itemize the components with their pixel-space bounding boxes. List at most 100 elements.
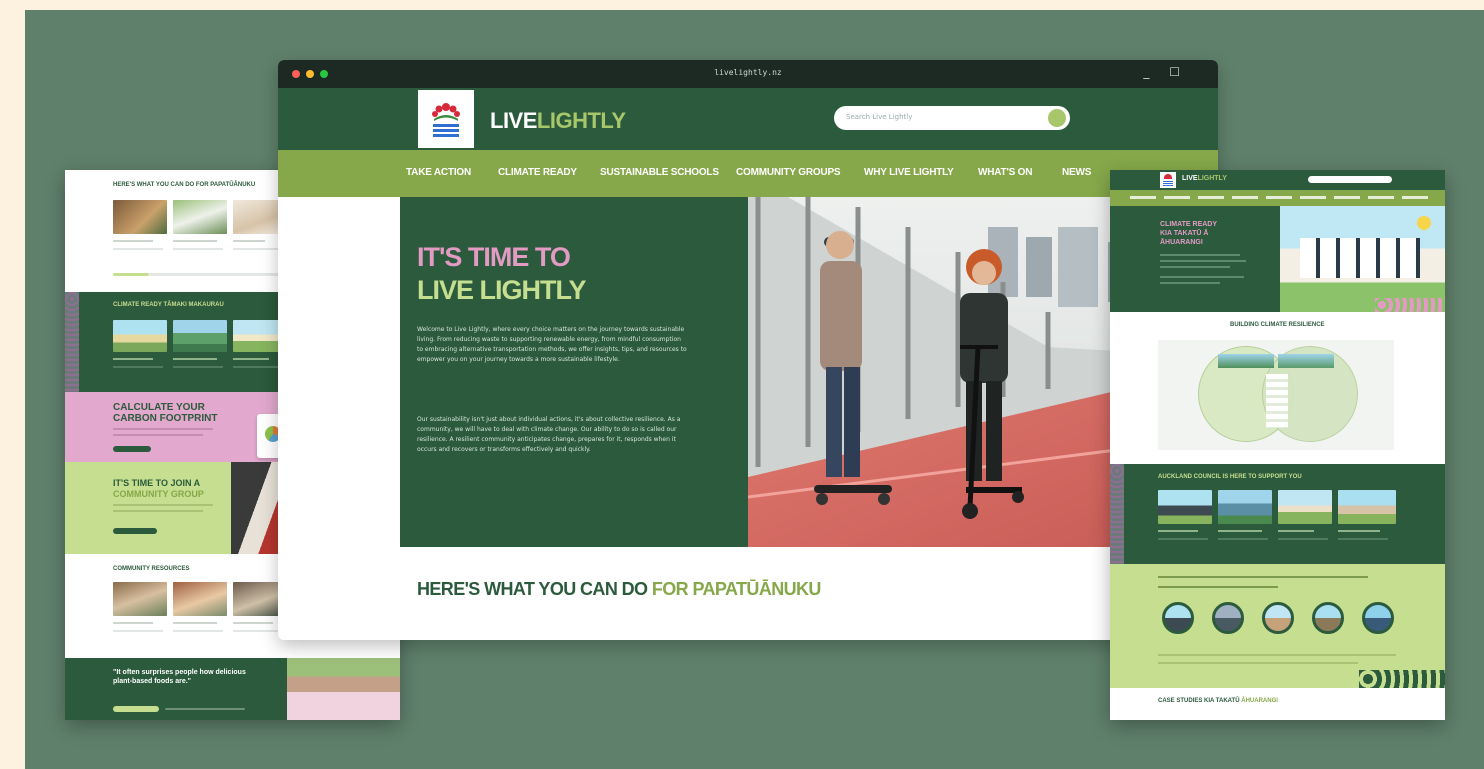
caption-line <box>173 248 223 250</box>
service-circle-3[interactable] <box>1262 602 1294 634</box>
nav-climate-ready[interactable]: CLIMATE READY <box>498 167 577 178</box>
what-you-can-do-accent: FOR PAPATŪĀNUKU <box>651 579 822 599</box>
calculate-button[interactable] <box>113 446 151 452</box>
right-services-section <box>1110 564 1445 688</box>
nav-news[interactable]: NEWS <box>1062 167 1091 178</box>
right-search-input[interactable] <box>1308 176 1392 183</box>
caption-line <box>1218 538 1268 540</box>
right-brand-light: LIGHTLY <box>1197 175 1227 182</box>
service-circle-5[interactable] <box>1362 602 1394 634</box>
carousel-progress <box>113 273 149 276</box>
quote-button[interactable] <box>113 706 159 712</box>
caption-line <box>1278 538 1328 540</box>
community-heading: IT'S TIME TO JOIN A COMMUNITY GROUP <box>113 478 204 500</box>
right-brand-main: LIVE <box>1182 175 1198 182</box>
hero-title-line1: IT'S TIME TO <box>417 242 571 272</box>
quote-text: "It often surprises people how delicious… <box>113 669 246 685</box>
body-line <box>1160 266 1230 268</box>
caption-line <box>1338 530 1380 532</box>
nav-why-live-lightly[interactable]: WHY LIVE LIGHTLY <box>864 167 954 178</box>
window-controls[interactable]: _ ☐ <box>1143 65 1188 79</box>
right-council-title: AUCKLAND COUNCIL IS HERE TO SUPPORT YOU <box>1158 474 1302 480</box>
council-thumb-4[interactable] <box>1338 490 1396 524</box>
caption-line <box>1158 538 1208 540</box>
council-thumb-3[interactable] <box>1278 490 1332 524</box>
nav-community-groups[interactable]: COMMUNITY GROUPS <box>736 167 841 178</box>
search-icon[interactable] <box>1048 109 1066 127</box>
body-line <box>1158 576 1368 578</box>
right-council-section: AUCKLAND COUNCIL IS HERE TO SUPPORT YOU <box>1110 464 1445 564</box>
council-thumb-2[interactable] <box>1218 490 1272 524</box>
caption-line <box>1218 530 1262 532</box>
caption-line <box>113 630 163 632</box>
caption-line <box>1158 530 1198 532</box>
right-brand: LIVELIGHTLY <box>1182 175 1227 182</box>
caption-line <box>233 366 283 368</box>
service-circle-1[interactable] <box>1162 602 1194 634</box>
community-heading-line1: IT'S TIME TO JOIN A <box>113 478 201 488</box>
community-thumb-2[interactable] <box>173 582 227 616</box>
pattern-strip <box>1110 464 1124 564</box>
resilience-diagram <box>1158 340 1394 450</box>
caption-line <box>173 366 223 368</box>
site-brand[interactable]: LIVELIGHTLY <box>490 108 626 134</box>
right-header: LIVELIGHTLY <box>1110 170 1445 190</box>
right-resilience-title: BUILDING CLIMATE RESILIENCE <box>1230 322 1325 328</box>
carbon-heading-line1: CALCULATE YOUR <box>113 402 205 413</box>
body-line <box>113 504 213 506</box>
caption-line <box>113 366 163 368</box>
what-you-can-do-main: HERE'S WHAT YOU CAN DO <box>417 579 648 599</box>
caption-line <box>233 248 283 250</box>
caption-line <box>173 630 223 632</box>
search-input[interactable]: Search Live Lightly <box>834 106 1070 130</box>
address-bar[interactable]: livelightly.nz <box>278 68 1218 77</box>
showcase-stage: HERE'S WHAT YOU CAN DO FOR PAPATŪĀNUKU C… <box>25 10 1484 769</box>
caption-line <box>233 622 273 624</box>
hero-paragraph-2: Our sustainability isn't just about indi… <box>417 416 681 453</box>
service-circle-4[interactable] <box>1312 602 1344 634</box>
caption-line <box>113 622 153 624</box>
body-line <box>1158 654 1396 656</box>
right-nav <box>1110 190 1445 206</box>
hero-section: IT'S TIME TO LIVE LIGHTLY Welcome to Liv… <box>278 197 1218 547</box>
caption-line <box>173 358 217 360</box>
search-placeholder: Search Live Lightly <box>846 113 913 121</box>
hero-title-line2: LIVE LIGHTLY <box>417 275 587 305</box>
body-line <box>1158 662 1358 664</box>
nav-sustainable-schools[interactable]: SUSTAINABLE SCHOOLS <box>600 167 719 178</box>
case-studies-main: CASE STUDIES KIA TAKATŪ <box>1158 698 1240 704</box>
climate-thumb-1[interactable] <box>113 320 167 352</box>
browser-titlebar: livelightly.nz _ ☐ <box>278 60 1218 88</box>
body-line <box>1160 254 1240 256</box>
left-climate-ready-title: CLIMATE READY TĀMAKI MAKAURAU <box>113 302 224 308</box>
council-thumb-1[interactable] <box>1158 490 1212 524</box>
slider-track <box>165 708 245 710</box>
right-climate-line1: CLIMATE READY <box>1160 221 1218 228</box>
body-line <box>113 510 203 512</box>
resource-thumb-2[interactable] <box>173 200 227 234</box>
community-thumb-1[interactable] <box>113 582 167 616</box>
right-climate-line3: ĀHUARANGI <box>1160 239 1203 246</box>
case-studies-accent: ĀHUARANGI <box>1241 698 1278 704</box>
service-circle-2[interactable] <box>1212 602 1244 634</box>
right-climate-illustration <box>1280 206 1445 312</box>
right-climate-line2: KIA TAKATŪ Ā <box>1160 230 1209 237</box>
what-you-can-do-title: HERE'S WHAT YOU CAN DO FOR PAPATŪĀNUKU <box>417 579 821 600</box>
caption-line <box>1338 538 1388 540</box>
brand-light: LIGHTLY <box>536 108 626 133</box>
caption-line <box>113 358 153 360</box>
right-climate-title: CLIMATE READY KIA TAKATŪ Ā ĀHUARANGI <box>1160 220 1217 247</box>
nav-whats-on[interactable]: WHAT'S ON <box>978 167 1032 178</box>
climate-thumb-2[interactable] <box>173 320 227 352</box>
body-line <box>113 434 203 436</box>
caption-line <box>173 240 217 242</box>
site-header: LIVELIGHTLY Search Live Lightly <box>278 88 1218 150</box>
council-logo[interactable] <box>418 90 474 148</box>
main-browser-window: livelightly.nz _ ☐ LIVELIGHTLY Search Li… <box>278 60 1218 640</box>
nav-take-action[interactable]: TAKE ACTION <box>406 167 471 178</box>
carbon-heading-line2: CARBON FOOTPRINT <box>113 413 218 424</box>
right-logo[interactable] <box>1160 172 1176 188</box>
join-button[interactable] <box>113 528 157 534</box>
resource-thumb-1[interactable] <box>113 200 167 234</box>
left-quote-section: "It often surprises people how delicious… <box>65 658 400 720</box>
